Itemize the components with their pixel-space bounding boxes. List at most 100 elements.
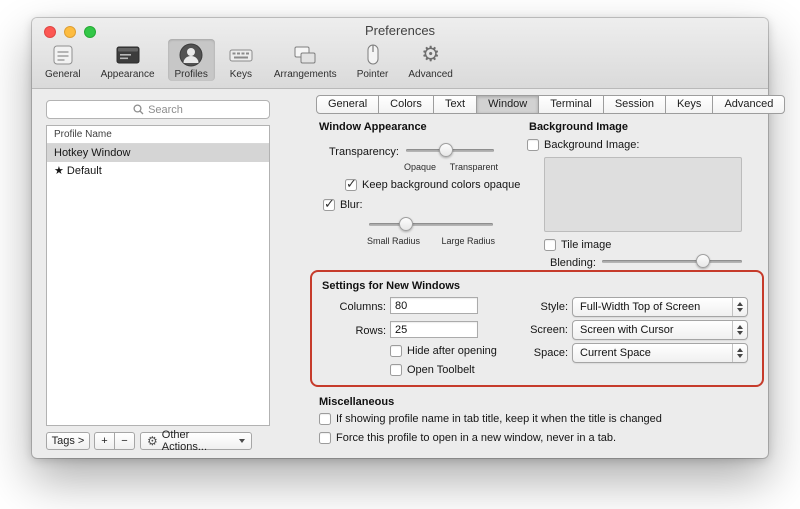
- force-new-window-label: Force this profile to open in a new wind…: [336, 432, 617, 444]
- slider-track: [602, 260, 742, 263]
- blending-label: Blending:: [550, 257, 596, 269]
- add-profile-button[interactable]: +: [94, 432, 115, 450]
- toolbar-item-label: Arrangements: [273, 69, 337, 80]
- opaque-label: Opaque: [404, 162, 437, 172]
- tab-terminal[interactable]: Terminal: [538, 95, 604, 114]
- blur-slider[interactable]: [369, 217, 493, 231]
- checkbox-box: [319, 413, 331, 425]
- style-popup-value: Full-Width Top of Screen: [580, 301, 701, 313]
- toolbar-item-label: General: [45, 69, 81, 80]
- profile-row-hotkey-window[interactable]: Hotkey Window: [47, 144, 269, 162]
- window-appearance-heading: Window Appearance: [319, 121, 427, 133]
- space-label: Space:: [533, 347, 568, 359]
- toolbar-item-arrangements[interactable]: Arrangements: [267, 39, 344, 81]
- blur-minmax: Small Radius Large Radius: [367, 236, 495, 246]
- checkbox-box: [390, 345, 402, 357]
- tab-session[interactable]: Session: [602, 95, 666, 114]
- stepper-arrows-icon: [732, 321, 747, 339]
- profile-list: Profile Name Hotkey Window ★ Default: [46, 125, 270, 426]
- background-image-checkbox[interactable]: Background Image:: [527, 139, 639, 151]
- toolbar-item-pointer[interactable]: Pointer: [350, 39, 396, 81]
- screen-popup[interactable]: Screen with Cursor: [572, 320, 748, 340]
- search-placeholder: Search: [148, 103, 183, 116]
- columns-label: Columns:: [339, 301, 386, 313]
- profiles-icon: [178, 41, 204, 68]
- toolbar-item-appearance[interactable]: Appearance: [94, 39, 162, 81]
- toolbar-item-general[interactable]: General: [38, 39, 88, 81]
- checkbox-box: [390, 364, 402, 376]
- open-toolbelt-label: Open Toolbelt: [407, 364, 475, 376]
- background-image-heading: Background Image: [529, 121, 629, 133]
- miscellaneous-heading: Miscellaneous: [319, 396, 395, 408]
- keep-profile-name-checkbox[interactable]: If showing profile name in tab title, ke…: [319, 413, 662, 425]
- slider-thumb[interactable]: [438, 143, 453, 157]
- toolbar-item-advanced[interactable]: ⚙ Advanced: [401, 39, 459, 81]
- style-popup[interactable]: Full-Width Top of Screen: [572, 297, 748, 317]
- close-button[interactable]: [44, 26, 56, 38]
- keys-icon: [228, 41, 254, 68]
- search-input[interactable]: Search: [46, 100, 270, 119]
- toolbar-item-label: Pointer: [356, 69, 389, 80]
- hide-after-opening-label: Hide after opening: [407, 345, 497, 357]
- other-actions-label: Other Actions...: [161, 429, 208, 453]
- space-popup-value: Current Space: [580, 347, 651, 359]
- profile-list-header: Profile Name: [47, 126, 269, 144]
- tab-colors[interactable]: Colors: [378, 95, 434, 114]
- checkbox-box: [527, 139, 539, 151]
- force-new-window-checkbox[interactable]: Force this profile to open in a new wind…: [319, 432, 616, 444]
- remove-profile-button[interactable]: −: [114, 432, 135, 450]
- toolbar-item-label: Keys: [229, 69, 252, 80]
- screen-popup-value: Screen with Cursor: [580, 324, 674, 336]
- tab-general[interactable]: General: [316, 95, 380, 114]
- toolbar-item-label: Profiles: [174, 69, 208, 80]
- blur-checkbox[interactable]: Blur:: [323, 196, 363, 212]
- screen: Preferences General Appearance Profiles …: [0, 0, 800, 509]
- blur-label: Blur:: [340, 199, 363, 211]
- screen-label: Screen:: [530, 324, 568, 336]
- background-image-preview[interactable]: [544, 157, 742, 232]
- tab-window[interactable]: Window: [476, 95, 540, 114]
- preferences-toolbar: General Appearance Profiles Keys Arrange…: [38, 39, 460, 81]
- tile-image-label: Tile image: [561, 239, 612, 251]
- pointer-icon: [360, 41, 386, 68]
- transparent-label: Transparent: [449, 162, 498, 172]
- arrangements-icon: [292, 41, 318, 68]
- space-popup[interactable]: Current Space: [572, 343, 748, 363]
- checkbox-box: [345, 176, 357, 192]
- settings-new-windows-heading: Settings for New Windows: [322, 280, 461, 292]
- other-actions-popup[interactable]: ⚙ Other Actions...: [140, 429, 252, 453]
- slider-thumb[interactable]: [695, 254, 710, 268]
- small-radius-label: Small Radius: [367, 236, 421, 246]
- slider-thumb[interactable]: [399, 217, 414, 231]
- slider-track: [369, 223, 493, 226]
- toolbar-item-keys[interactable]: Keys: [221, 39, 261, 81]
- hide-after-opening-checkbox[interactable]: Hide after opening: [390, 345, 497, 357]
- zoom-button[interactable]: [84, 26, 96, 38]
- rows-label: Rows:: [355, 325, 386, 337]
- keep-opaque-label: Keep background colors opaque: [362, 179, 521, 191]
- tags-button[interactable]: Tags >: [46, 432, 90, 450]
- toolbar-item-profiles[interactable]: Profiles: [167, 39, 215, 81]
- columns-field[interactable]: [390, 297, 478, 314]
- transparency-slider[interactable]: [406, 143, 494, 157]
- open-toolbelt-checkbox[interactable]: Open Toolbelt: [390, 364, 475, 376]
- tab-text[interactable]: Text: [432, 95, 478, 114]
- window-title: Preferences: [364, 23, 436, 38]
- keep-profile-name-label: If showing profile name in tab title, ke…: [336, 413, 662, 425]
- tile-image-checkbox[interactable]: Tile image: [544, 239, 611, 251]
- checkbox-box: [319, 432, 331, 444]
- window-chrome: Preferences General Appearance Profiles …: [32, 18, 768, 89]
- profile-row-default[interactable]: ★ Default: [47, 162, 269, 180]
- keep-opaque-checkbox[interactable]: Keep background colors opaque: [345, 176, 521, 192]
- rows-field[interactable]: [390, 321, 478, 338]
- stepper-arrows-icon: [732, 344, 747, 362]
- large-radius-label: Large Radius: [441, 236, 495, 246]
- chevron-down-icon: [239, 439, 245, 443]
- blending-slider[interactable]: [602, 254, 742, 268]
- tab-advanced[interactable]: Advanced: [712, 95, 786, 114]
- minimize-button[interactable]: [64, 26, 76, 38]
- profile-tabbar: General Colors Text Window Terminal Sess…: [316, 95, 786, 114]
- search-icon: [133, 104, 144, 115]
- advanced-icon: ⚙: [421, 43, 441, 66]
- tab-keys[interactable]: Keys: [664, 95, 714, 114]
